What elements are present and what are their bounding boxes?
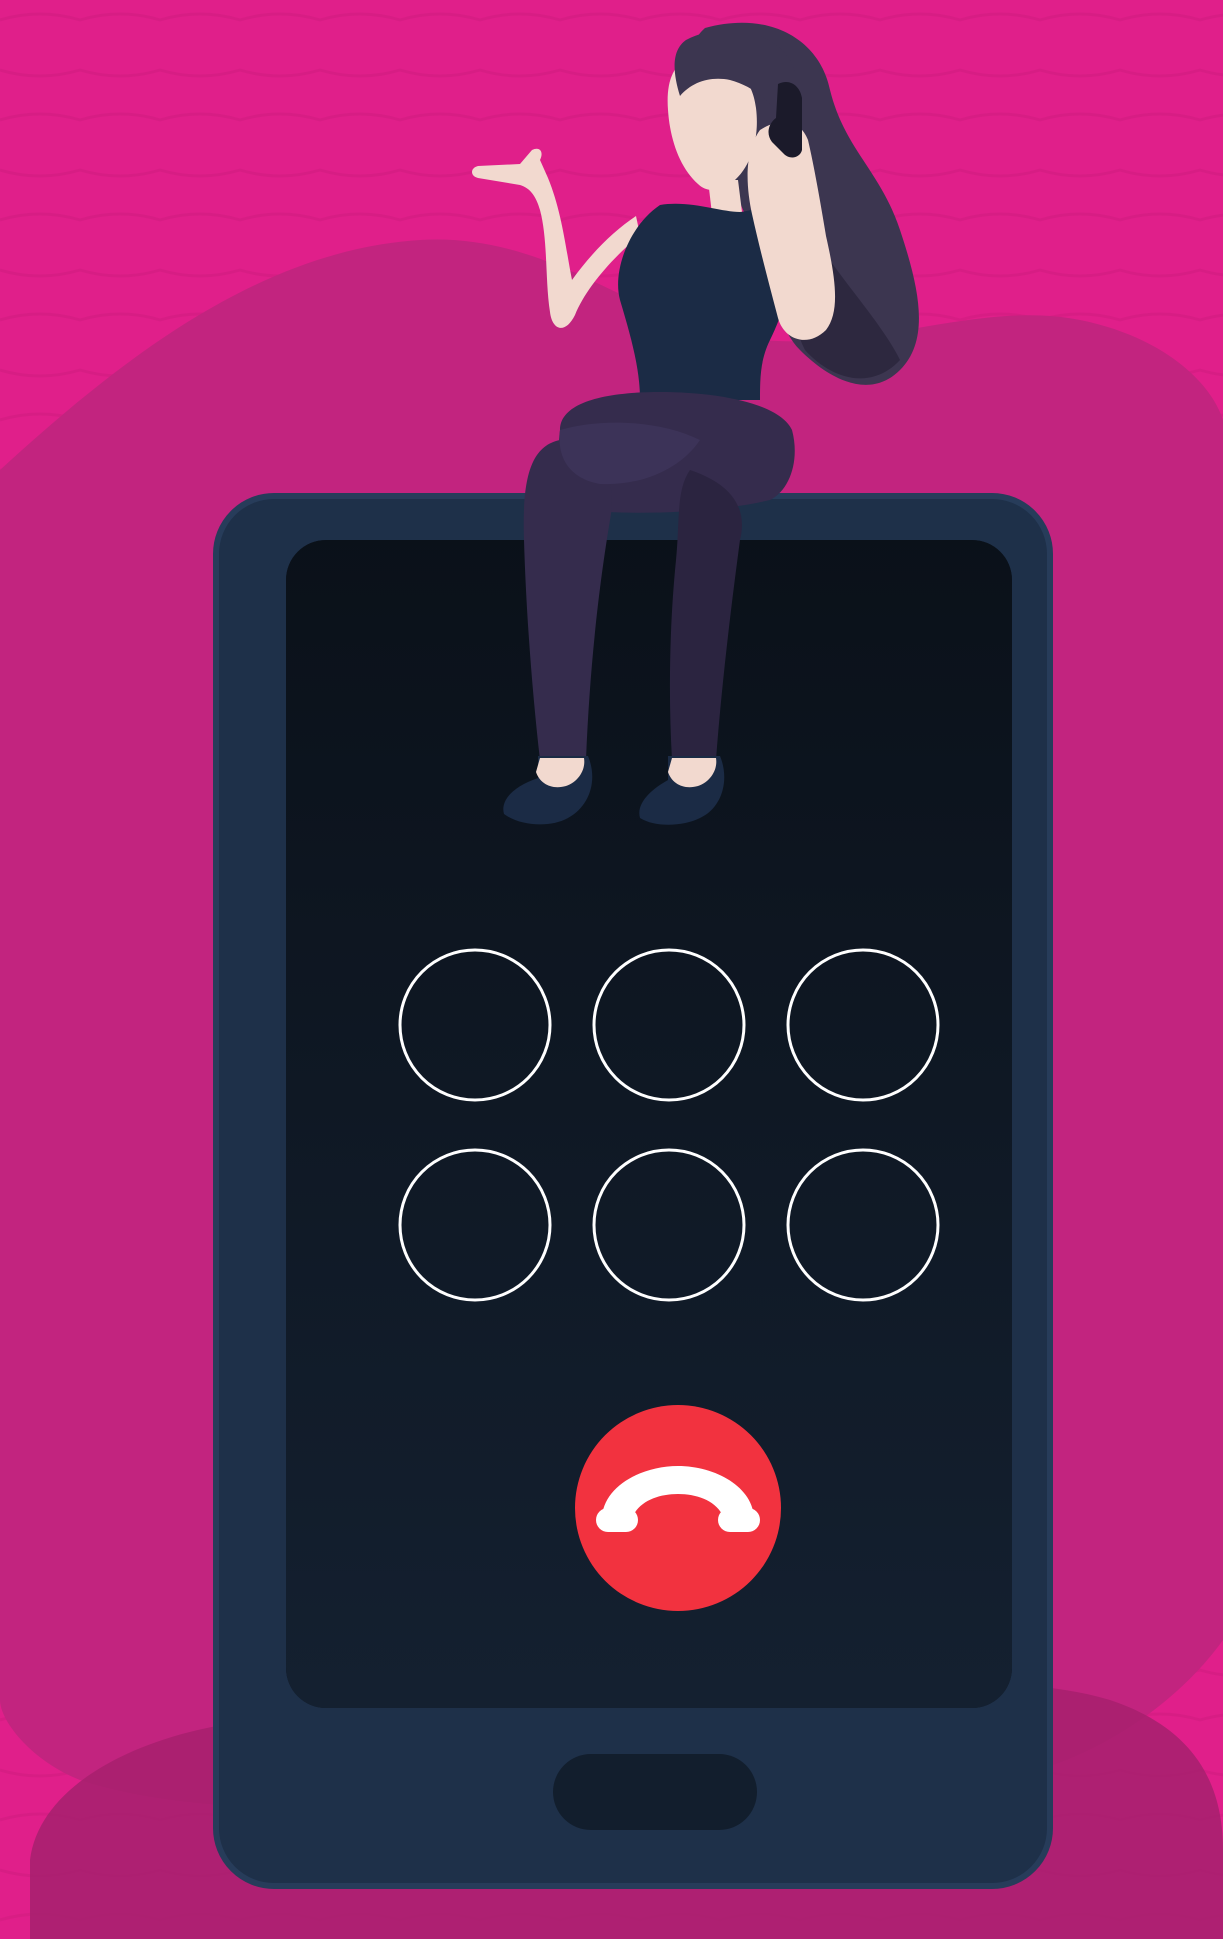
hang-up-right-pad	[718, 1508, 760, 1532]
home-button[interactable]	[553, 1754, 757, 1830]
end-call-button[interactable]	[575, 1405, 781, 1611]
illustration	[0, 0, 1223, 1939]
smartphone	[213, 493, 1053, 1889]
hang-up-left-pad	[596, 1508, 638, 1532]
